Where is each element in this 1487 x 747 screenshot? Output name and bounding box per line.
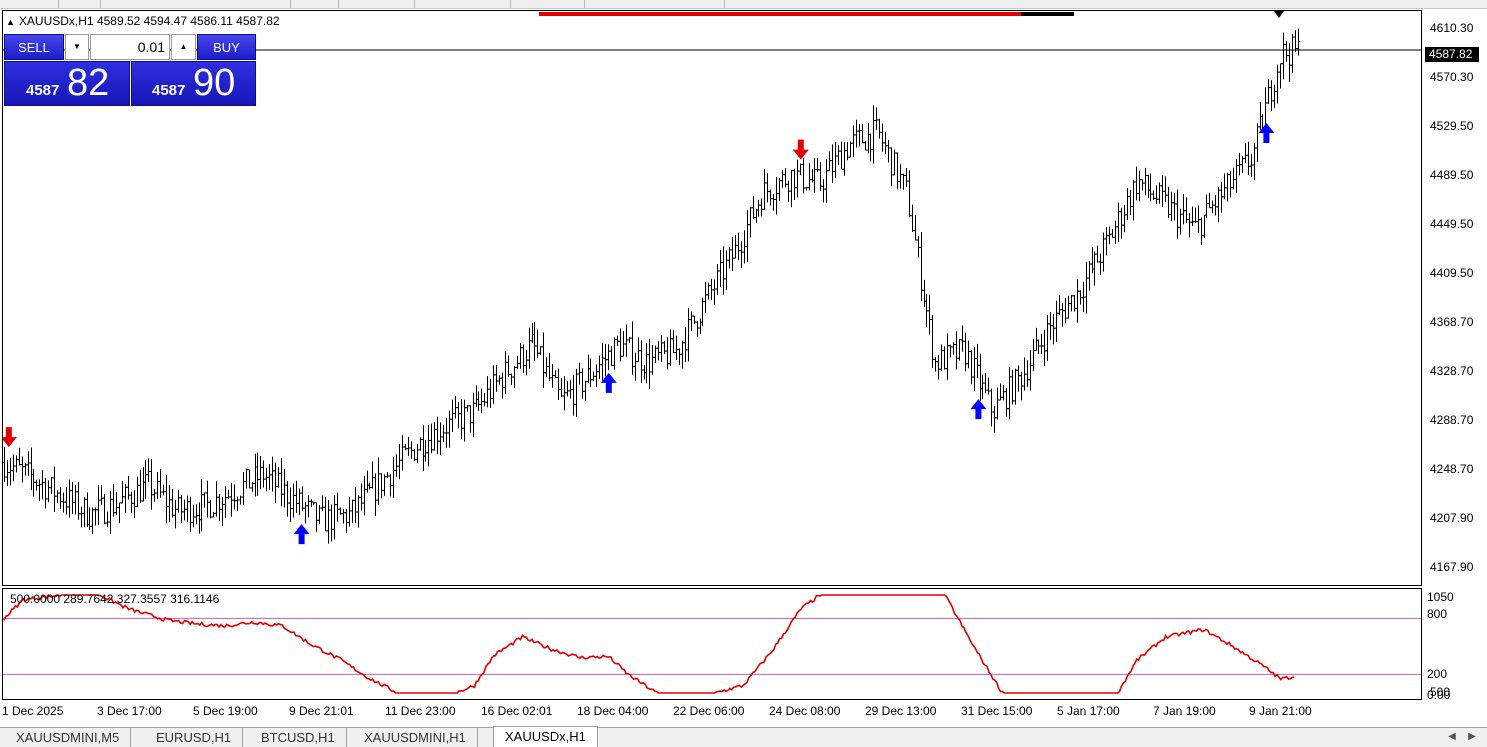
- buy-price-digits: 90: [193, 62, 236, 104]
- time-axis-label: 11 Dec 23:00: [385, 704, 456, 718]
- tab-scroll-right-icon[interactable]: ▶: [1466, 730, 1478, 744]
- tab-scroll-left-icon[interactable]: ◀: [1446, 730, 1458, 744]
- indicator-axis-label: 200: [1427, 667, 1448, 681]
- collapse-triangle-icon[interactable]: ▲: [6, 17, 15, 27]
- price-axis-label: 4529.50: [1430, 119, 1474, 133]
- symbol-info-text: XAUUSDx,H1 4589.52 4594.47 4586.11 4587.…: [18, 14, 280, 28]
- price-axis-label: 4489.50: [1430, 168, 1474, 182]
- sell-price-prefix: 4587: [26, 82, 60, 99]
- time-axis-label: 5 Jan 17:00: [1057, 704, 1120, 718]
- chart-shift-marker-icon[interactable]: [1274, 11, 1284, 18]
- price-axis-label: 4167.90: [1430, 560, 1474, 574]
- sell-signal-arrow-icon: [792, 139, 809, 160]
- lot-increase-button[interactable]: ▲: [171, 34, 196, 60]
- price-axis-label: 4610.30: [1430, 21, 1474, 35]
- time-axis-label: 1 Dec 2025: [2, 704, 64, 718]
- indicator-line: [3, 594, 1295, 694]
- time-axis-label: 5 Dec 19:00: [193, 704, 258, 718]
- toolbar-separator: [414, 0, 415, 8]
- tab-xauusdx-h1[interactable]: XAUUSDx,H1: [493, 726, 598, 747]
- time-axis-label: 31 Dec 15:00: [961, 704, 1033, 718]
- toolbar-separator: [510, 0, 511, 8]
- toolbar-strip: [0, 0, 1487, 9]
- price-axis-label: 4449.50: [1430, 217, 1474, 231]
- buy-signal-arrow-icon: [970, 399, 987, 420]
- history-bar-red: [539, 12, 1021, 16]
- chevron-up-icon: ▲: [179, 42, 188, 51]
- lot-size-input[interactable]: 0.01: [90, 34, 170, 60]
- tab-xauusdmini-h1[interactable]: XAUUSDMINI,H1: [353, 728, 478, 747]
- price-axis-label: 4248.70: [1430, 462, 1474, 476]
- symbol-info: ▲ XAUUSDx,H1 4589.52 4594.47 4586.11 4587…: [6, 14, 280, 29]
- sell-quote[interactable]: 4587 82: [4, 61, 130, 106]
- price-axis-label: 4368.70: [1430, 315, 1474, 329]
- time-axis-label: 9 Dec 21:01: [289, 704, 354, 718]
- tab-btcusd-h1[interactable]: BTCUSD,H1: [250, 728, 347, 747]
- indicator-values: 500.0000 289.7642 327.3557 316.1146: [10, 592, 220, 606]
- toolbar-separator: [724, 0, 725, 8]
- time-axis-label: 24 Dec 08:00: [769, 704, 841, 718]
- price-axis-label: 4328.70: [1430, 364, 1474, 378]
- chevron-down-icon: ▼: [73, 42, 81, 51]
- toolbar-separator: [290, 0, 291, 8]
- buy-quote[interactable]: 4587 90: [131, 61, 256, 106]
- tab-xauusdmini-m5[interactable]: XAUUSDMINI,M5: [5, 728, 132, 747]
- price-axis-label: 4207.90: [1430, 511, 1474, 525]
- time-axis-label: 29 Dec 13:00: [865, 704, 937, 718]
- toolbar-separator: [338, 0, 339, 8]
- price-axis-label: 4288.70: [1430, 413, 1474, 427]
- one-click-trading-panel: SELL ▼ 0.01 ▲ BUY 4587 82 4587 90: [4, 34, 256, 106]
- time-axis-label: 3 Dec 17:00: [97, 704, 162, 718]
- sell-signal-arrow-icon: [3, 427, 17, 448]
- time-axis-label: 7 Jan 19:00: [1153, 704, 1216, 718]
- lot-decrease-button[interactable]: ▼: [65, 34, 89, 60]
- buy-price-prefix: 4587: [152, 82, 186, 99]
- time-axis-label: 16 Dec 02:01: [481, 704, 553, 718]
- indicator-axis-label: 0.00: [1427, 688, 1451, 702]
- sell-price-digits: 82: [67, 62, 110, 104]
- toolbar-separator: [100, 0, 101, 8]
- time-axis-label: 9 Jan 21:00: [1249, 704, 1312, 718]
- toolbar-separator: [584, 0, 585, 8]
- history-bar-black: [1021, 12, 1074, 16]
- buy-signal-arrow-icon: [293, 524, 310, 545]
- time-axis-label: 22 Dec 06:00: [673, 704, 745, 718]
- chart-tab-bar: XAUUSDMINI,M5 EURUSD,H1 BTCUSD,H1 XAUUSD…: [0, 726, 1487, 747]
- tab-eurusd-h1[interactable]: EURUSD,H1: [145, 728, 244, 747]
- buy-button[interactable]: BUY: [197, 34, 256, 60]
- current-price-tag: 4587.82: [1425, 47, 1479, 62]
- time-axis-label: 18 Dec 04:00: [577, 704, 649, 718]
- price-axis-label: 4409.50: [1430, 266, 1474, 280]
- indicator-axis-label: 1050: [1427, 590, 1454, 604]
- price-axis-label: 4570.30: [1430, 70, 1474, 84]
- indicator-axis-label: 800: [1427, 607, 1448, 621]
- buy-signal-arrow-icon: [600, 372, 617, 393]
- toolbar-separator: [58, 0, 59, 8]
- sell-button[interactable]: SELL: [4, 34, 64, 60]
